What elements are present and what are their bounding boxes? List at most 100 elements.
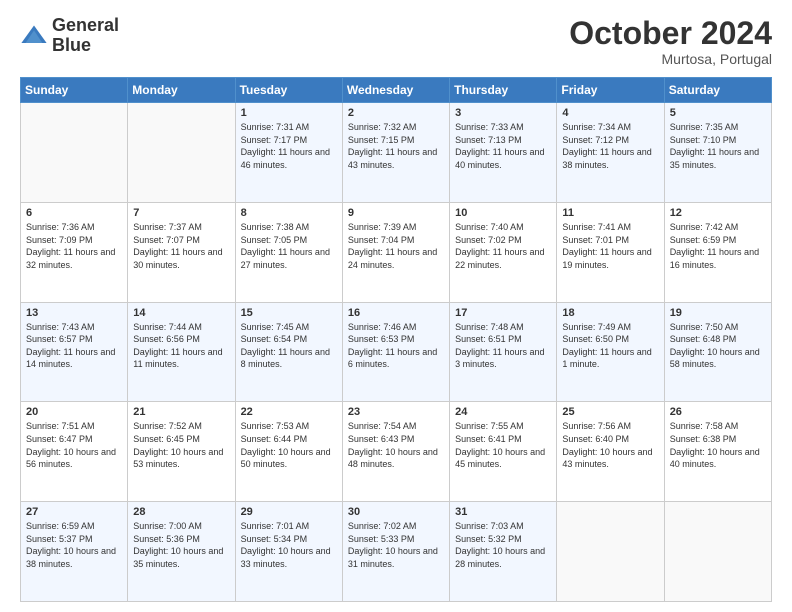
day-number: 30 [348, 506, 444, 518]
day-info: Sunrise: 7:50 AM Sunset: 6:48 PM Dayligh… [670, 321, 766, 371]
day-info: Sunrise: 7:36 AM Sunset: 7:09 PM Dayligh… [26, 221, 122, 271]
day-info: Sunrise: 7:37 AM Sunset: 7:07 PM Dayligh… [133, 221, 229, 271]
calendar-cell [21, 103, 128, 203]
day-info: Sunrise: 7:33 AM Sunset: 7:13 PM Dayligh… [455, 121, 551, 171]
day-info: Sunrise: 6:59 AM Sunset: 5:37 PM Dayligh… [26, 520, 122, 570]
day-info: Sunrise: 7:32 AM Sunset: 7:15 PM Dayligh… [348, 121, 444, 171]
logo: General Blue [20, 16, 119, 56]
day-info: Sunrise: 7:58 AM Sunset: 6:38 PM Dayligh… [670, 420, 766, 470]
calendar-cell: 14 Sunrise: 7:44 AM Sunset: 6:56 PM Dayli… [128, 302, 235, 402]
logo-line1: General [52, 16, 119, 36]
calendar-cell: 4 Sunrise: 7:34 AM Sunset: 7:12 PM Daylig… [557, 103, 664, 203]
day-info: Sunrise: 7:31 AM Sunset: 7:17 PM Dayligh… [241, 121, 337, 171]
day-number: 26 [670, 406, 766, 418]
day-info: Sunrise: 7:45 AM Sunset: 6:54 PM Dayligh… [241, 321, 337, 371]
day-number: 24 [455, 406, 551, 418]
day-number: 23 [348, 406, 444, 418]
calendar-cell: 27 Sunrise: 6:59 AM Sunset: 5:37 PM Dayli… [21, 502, 128, 602]
calendar-week-4: 20Sunrise: 7:51 AM Sunset: 6:47 PM Dayli… [21, 402, 772, 502]
calendar-week-5: 27 Sunrise: 6:59 AM Sunset: 5:37 PM Dayli… [21, 502, 772, 602]
day-number: 13 [26, 307, 122, 319]
day-number: 28 [133, 506, 229, 518]
day-info: Sunrise: 7:54 AM Sunset: 6:43 PM Dayligh… [348, 420, 444, 470]
calendar-cell: 1 Sunrise: 7:31 AM Sunset: 7:17 PM Daylig… [235, 103, 342, 203]
day-number: 29 [241, 506, 337, 518]
col-monday: Monday [128, 78, 235, 103]
calendar-cell: 5 Sunrise: 7:35 AM Sunset: 7:10 PM Daylig… [664, 103, 771, 203]
day-number: 1 [241, 107, 337, 119]
day-number: 10 [455, 207, 551, 219]
day-info: Sunrise: 7:55 AM Sunset: 6:41 PM Dayligh… [455, 420, 551, 470]
calendar-cell: 9 Sunrise: 7:39 AM Sunset: 7:04 PM Daylig… [342, 202, 449, 302]
day-info: Sunrise: 7:52 AM Sunset: 6:45 PM Dayligh… [133, 420, 229, 470]
day-info: Sunrise: 7:35 AM Sunset: 7:10 PM Dayligh… [670, 121, 766, 171]
calendar-cell: 24 Sunrise: 7:55 AM Sunset: 6:41 PM Dayli… [450, 402, 557, 502]
calendar-cell [664, 502, 771, 602]
day-number: 18 [562, 307, 658, 319]
page: General Blue October 2024 Murtosa, Portu… [0, 0, 792, 612]
day-number: 6 [26, 207, 122, 219]
day-info: Sunrise: 7:41 AM Sunset: 7:01 PM Dayligh… [562, 221, 658, 271]
day-number: 19 [670, 307, 766, 319]
calendar-cell: 25Sunrise: 7:56 AM Sunset: 6:40 PM Dayli… [557, 402, 664, 502]
day-number: 11 [562, 207, 658, 219]
day-info: Sunrise: 7:02 AM Sunset: 5:33 PM Dayligh… [348, 520, 444, 570]
header-row: Sunday Monday Tuesday Wednesday Thursday… [21, 78, 772, 103]
day-number: 15 [241, 307, 337, 319]
day-number: 9 [348, 207, 444, 219]
day-info: Sunrise: 7:34 AM Sunset: 7:12 PM Dayligh… [562, 121, 658, 171]
calendar-cell: 28 Sunrise: 7:00 AM Sunset: 5:36 PM Dayli… [128, 502, 235, 602]
title-block: October 2024 Murtosa, Portugal [569, 16, 772, 67]
calendar-header: Sunday Monday Tuesday Wednesday Thursday… [21, 78, 772, 103]
calendar-week-3: 13 Sunrise: 7:43 AM Sunset: 6:57 PM Dayli… [21, 302, 772, 402]
calendar-cell: 21Sunrise: 7:52 AM Sunset: 6:45 PM Dayli… [128, 402, 235, 502]
calendar-cell [557, 502, 664, 602]
day-number: 8 [241, 207, 337, 219]
day-number: 7 [133, 207, 229, 219]
day-number: 25 [562, 406, 658, 418]
calendar-cell: 12Sunrise: 7:42 AM Sunset: 6:59 PM Dayli… [664, 202, 771, 302]
logo-text: General Blue [52, 16, 119, 56]
calendar-cell: 31 Sunrise: 7:03 AM Sunset: 5:32 PM Dayli… [450, 502, 557, 602]
day-info: Sunrise: 7:46 AM Sunset: 6:53 PM Dayligh… [348, 321, 444, 371]
calendar-cell: 23 Sunrise: 7:54 AM Sunset: 6:43 PM Dayli… [342, 402, 449, 502]
calendar-cell: 13 Sunrise: 7:43 AM Sunset: 6:57 PM Dayli… [21, 302, 128, 402]
col-saturday: Saturday [664, 78, 771, 103]
day-info: Sunrise: 7:43 AM Sunset: 6:57 PM Dayligh… [26, 321, 122, 371]
calendar-week-2: 6 Sunrise: 7:36 AM Sunset: 7:09 PM Daylig… [21, 202, 772, 302]
day-number: 20 [26, 406, 122, 418]
day-info: Sunrise: 7:48 AM Sunset: 6:51 PM Dayligh… [455, 321, 551, 371]
calendar-cell [128, 103, 235, 203]
calendar-cell: 2 Sunrise: 7:32 AM Sunset: 7:15 PM Daylig… [342, 103, 449, 203]
calendar-week-1: 1 Sunrise: 7:31 AM Sunset: 7:17 PM Daylig… [21, 103, 772, 203]
calendar-cell: 18Sunrise: 7:49 AM Sunset: 6:50 PM Dayli… [557, 302, 664, 402]
day-info: Sunrise: 7:38 AM Sunset: 7:05 PM Dayligh… [241, 221, 337, 271]
col-thursday: Thursday [450, 78, 557, 103]
day-number: 2 [348, 107, 444, 119]
logo-line2: Blue [52, 36, 119, 56]
col-wednesday: Wednesday [342, 78, 449, 103]
day-number: 12 [670, 207, 766, 219]
calendar-cell: 16Sunrise: 7:46 AM Sunset: 6:53 PM Dayli… [342, 302, 449, 402]
day-info: Sunrise: 7:03 AM Sunset: 5:32 PM Dayligh… [455, 520, 551, 570]
day-number: 31 [455, 506, 551, 518]
day-info: Sunrise: 7:53 AM Sunset: 6:44 PM Dayligh… [241, 420, 337, 470]
day-number: 3 [455, 107, 551, 119]
day-number: 14 [133, 307, 229, 319]
calendar-table: Sunday Monday Tuesday Wednesday Thursday… [20, 77, 772, 602]
calendar-cell: 3 Sunrise: 7:33 AM Sunset: 7:13 PM Daylig… [450, 103, 557, 203]
calendar-cell: 10Sunrise: 7:40 AM Sunset: 7:02 PM Dayli… [450, 202, 557, 302]
day-info: Sunrise: 7:00 AM Sunset: 5:36 PM Dayligh… [133, 520, 229, 570]
calendar-body: 1 Sunrise: 7:31 AM Sunset: 7:17 PM Daylig… [21, 103, 772, 602]
day-number: 4 [562, 107, 658, 119]
day-number: 5 [670, 107, 766, 119]
day-number: 27 [26, 506, 122, 518]
day-info: Sunrise: 7:39 AM Sunset: 7:04 PM Dayligh… [348, 221, 444, 271]
calendar-cell: 17Sunrise: 7:48 AM Sunset: 6:51 PM Dayli… [450, 302, 557, 402]
calendar-cell: 7 Sunrise: 7:37 AM Sunset: 7:07 PM Daylig… [128, 202, 235, 302]
header: General Blue October 2024 Murtosa, Portu… [20, 16, 772, 67]
calendar-cell: 19 Sunrise: 7:50 AM Sunset: 6:48 PM Dayli… [664, 302, 771, 402]
calendar-cell: 26 Sunrise: 7:58 AM Sunset: 6:38 PM Dayli… [664, 402, 771, 502]
day-info: Sunrise: 7:44 AM Sunset: 6:56 PM Dayligh… [133, 321, 229, 371]
col-tuesday: Tuesday [235, 78, 342, 103]
